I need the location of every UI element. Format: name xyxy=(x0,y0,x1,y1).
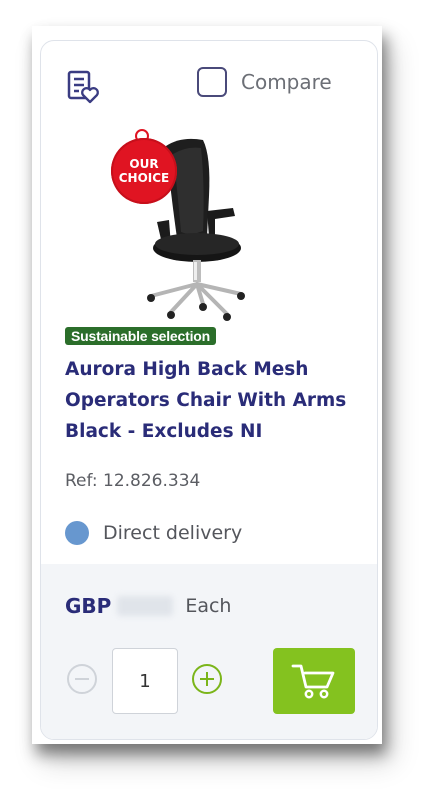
product-title[interactable]: Aurora High Back Mesh Operators Chair Wi… xyxy=(65,354,361,447)
plus-circle-icon[interactable] xyxy=(192,664,222,694)
add-to-cart-button[interactable] xyxy=(273,648,355,714)
price-value-blurred xyxy=(117,596,174,616)
delivery-info: Direct delivery xyxy=(65,521,242,545)
quantity-input[interactable] xyxy=(112,648,178,714)
price-unit: Each xyxy=(185,595,232,617)
compare-label: Compare xyxy=(241,70,332,94)
price-currency: GBP xyxy=(65,594,112,618)
product-ref: Ref: 12.826.334 xyxy=(65,471,201,491)
minus-circle-icon[interactable] xyxy=(67,664,97,694)
price-row: GBP Each xyxy=(65,594,231,618)
purchase-panel: GBP Each xyxy=(41,564,377,739)
our-choice-badge: OUR CHOICE xyxy=(111,138,177,204)
wishlist-icon[interactable] xyxy=(66,69,100,105)
cart-icon xyxy=(291,664,335,699)
compare-checkbox[interactable] xyxy=(197,67,227,97)
delivery-label: Direct delivery xyxy=(103,522,243,544)
product-card: Compare OUR CHOICE Sustainable selection… xyxy=(40,40,378,740)
sustainable-badge: Sustainable selection xyxy=(65,327,216,345)
compare-toggle[interactable]: Compare xyxy=(197,67,332,97)
delivery-dot-icon xyxy=(65,521,89,545)
badge-line-1: OUR xyxy=(129,157,159,171)
badge-line-2: CHOICE xyxy=(118,171,170,185)
